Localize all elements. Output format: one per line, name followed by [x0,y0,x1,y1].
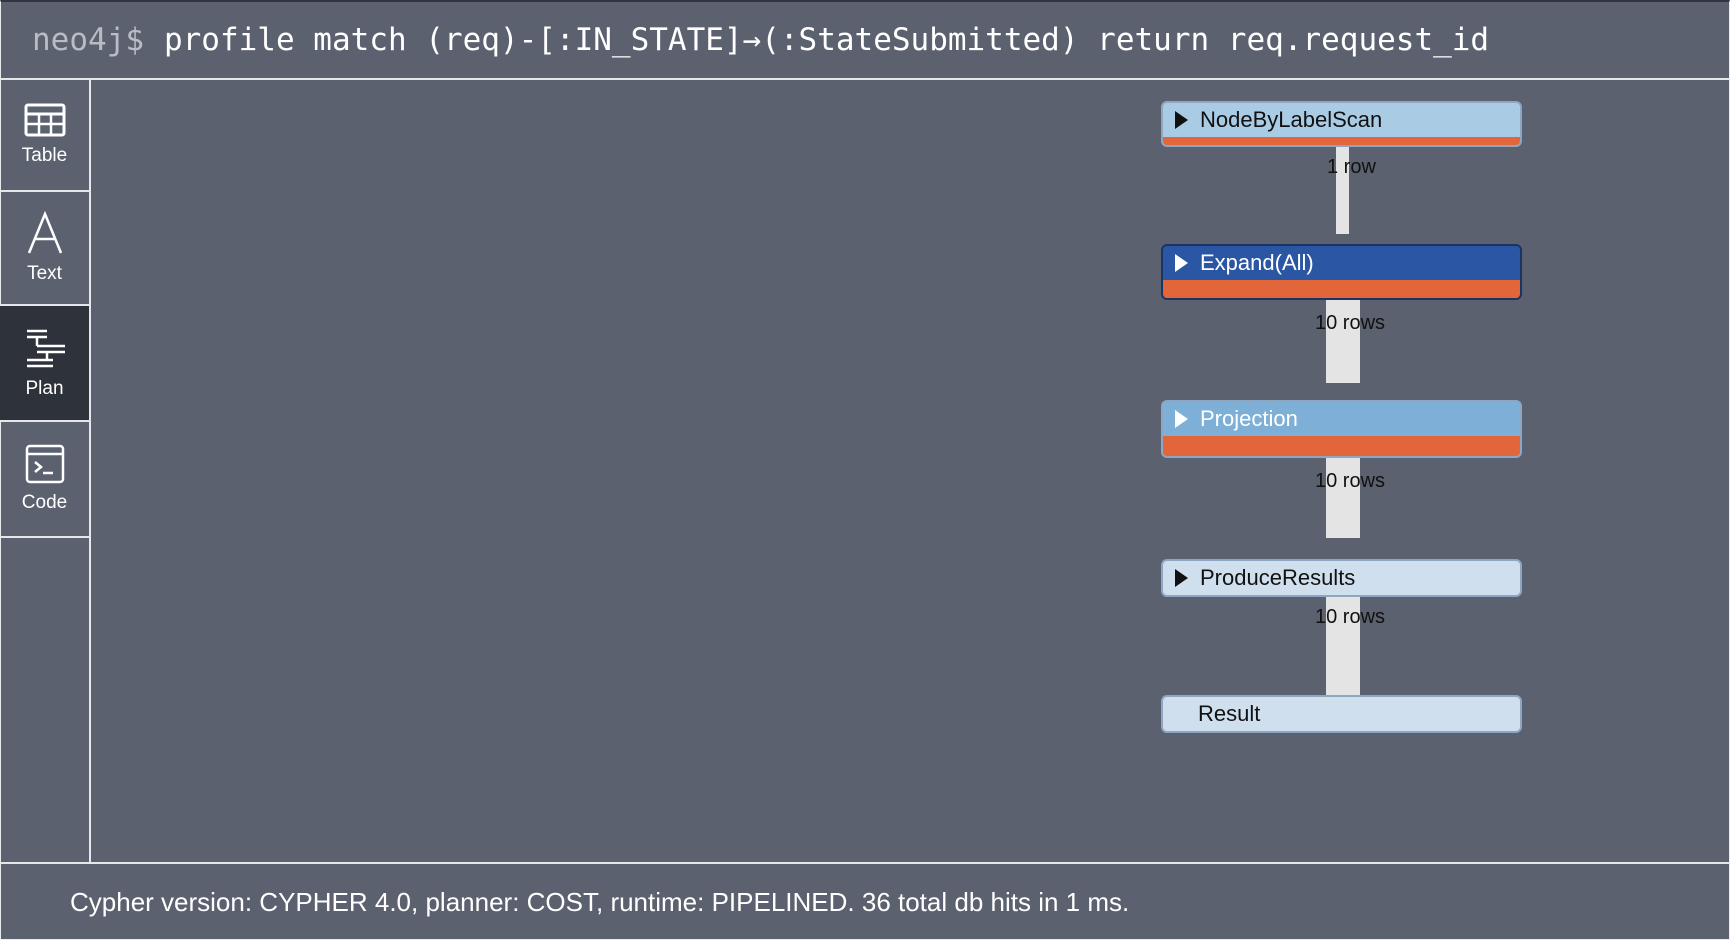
status-footer: Cypher version: CYPHER 4.0, planner: COS… [0,862,1730,940]
operator-name: ProduceResults [1200,565,1356,590]
plan-edge [1326,288,1360,383]
sidebar-item-label: Plan [25,378,64,399]
operator-expand-all[interactable]: Expand(All) [1161,244,1522,300]
plan-summary-text: Cypher version: CYPHER 4.0, planner: COS… [70,886,1130,917]
operator-name: Projection [1200,406,1298,431]
operator-result[interactable]: Result [1161,695,1522,733]
db-hits-bar [1163,137,1520,145]
edge-row-count: 10 rows [1315,312,1386,334]
command-prompt: neo4j$ [32,22,144,58]
sidebar-item-table[interactable]: Table [0,80,89,192]
operator-name: NodeByLabelScan [1200,107,1383,132]
db-hits-bar [1163,436,1520,456]
plan-icon [23,326,67,370]
table-icon [24,103,66,137]
operator-projection[interactable]: Projection [1161,400,1522,458]
expand-triangle-icon[interactable] [1175,111,1188,129]
text-icon [25,211,65,255]
command-query[interactable]: profile match (req)-[:IN_STATE]→(:StateS… [164,22,1489,58]
plan-canvas[interactable]: 1 row 10 rows 10 rows 10 rows NodeByLabe… [91,80,1730,862]
sidebar-item-label: Code [21,492,68,513]
operator-header: Expand(All) [1163,246,1520,280]
operator-name: Result [1198,701,1261,726]
operator-produce-results[interactable]: ProduceResults [1161,559,1522,597]
operator-header: ProduceResults [1163,561,1520,595]
edge-row-count: 10 rows [1315,470,1386,492]
edge-row-count: 1 row [1327,156,1376,178]
sidebar-item-label: Text [27,263,62,284]
sidebar-item-plan[interactable]: Plan [0,306,89,422]
expand-triangle-icon[interactable] [1175,254,1188,272]
edge-row-count: 10 rows [1315,606,1386,628]
operator-name: Expand(All) [1200,250,1314,275]
db-hits-bar [1163,280,1520,298]
code-icon [25,444,65,484]
expand-triangle-icon[interactable] [1175,410,1188,428]
command-bar[interactable]: neo4j$ profile match (req)-[:IN_STATE]→(… [0,2,1730,80]
operator-node-by-label-scan[interactable]: NodeByLabelScan [1161,101,1522,147]
sidebar-item-label: Table [21,145,68,166]
operator-header: Projection [1163,402,1520,436]
expand-triangle-icon[interactable] [1175,569,1188,587]
view-sidebar: Table Text Plan Code [0,80,91,862]
operator-header: NodeByLabelScan [1163,103,1520,137]
operator-header: Result [1163,697,1520,731]
sidebar-item-text[interactable]: Text [0,192,89,306]
sidebar-item-code[interactable]: Code [0,422,89,538]
